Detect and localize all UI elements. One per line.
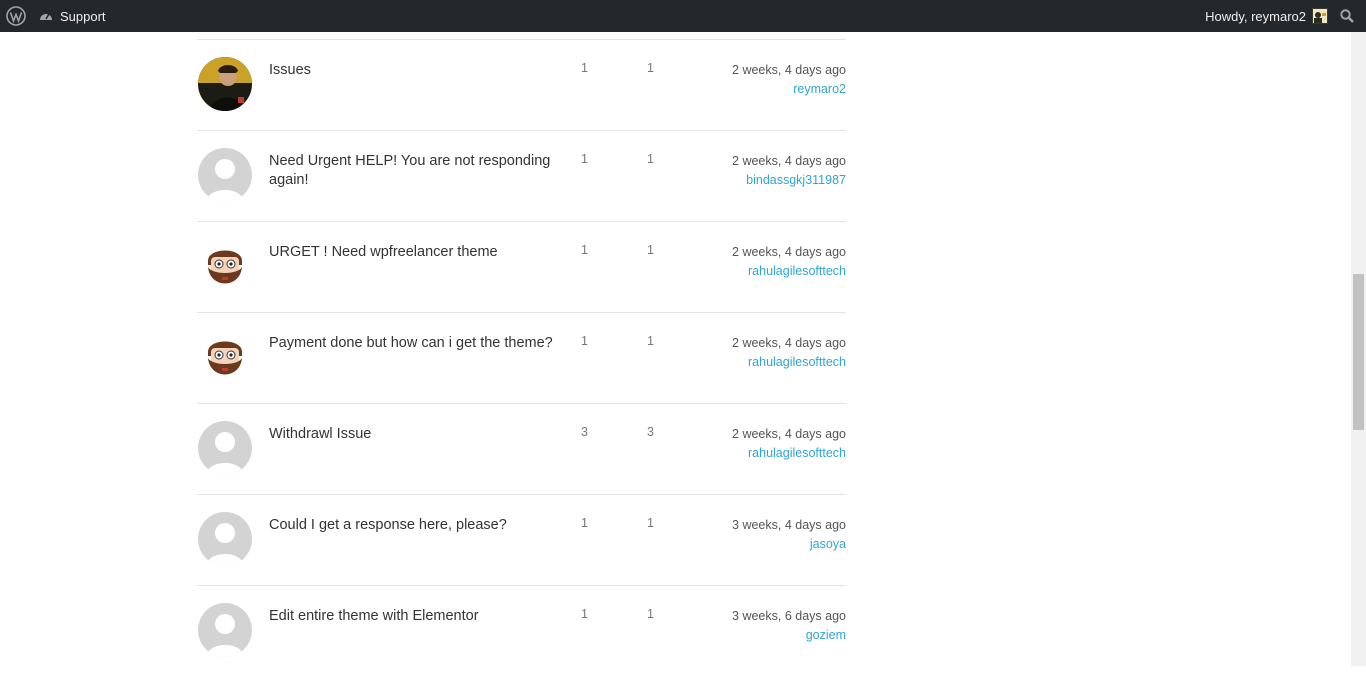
topic-posts-count: 1 [647,61,654,75]
topic-voices-count: 1 [581,516,588,530]
topic-posts-count: 1 [647,152,654,166]
topic-voices-count: 1 [581,243,588,257]
bearded-avatar-icon [198,239,252,293]
topic-author-avatar[interactable] [198,330,252,384]
freshness-time-link[interactable]: 2 weeks, 4 days ago [732,243,846,262]
site-name-link[interactable]: Support [38,0,106,32]
topic-author-avatar[interactable] [198,421,252,475]
topic-title-link[interactable]: Payment done but how can i get the theme… [269,334,559,353]
topic-row: Could I get a response here, please? 1 1 3 … [197,494,846,585]
topic-author-avatar[interactable] [198,512,252,566]
topic-title-link[interactable]: URGET ! Need wpfreelancer theme [269,243,559,262]
topic-row: Need Urgent HELP! You are not responding… [197,130,846,221]
freshness-time-link[interactable]: 2 weeks, 4 days ago [732,152,846,171]
freshness-author-link[interactable]: bindassgkj311987 [732,171,846,190]
search-icon[interactable] [1340,9,1354,23]
topic-title-link[interactable]: Issues [269,61,559,80]
freshness-author-link[interactable]: jasoya [732,535,846,554]
freshness-time-link[interactable]: 2 weeks, 4 days ago [732,334,846,353]
photo-avatar-icon [198,57,252,111]
bearded-avatar-icon [198,330,252,384]
topic-title-link[interactable]: Withdrawl Issue [269,425,559,444]
topic-posts-count: 1 [647,607,654,621]
topic-freshness: 3 weeks, 6 days ago goziem [732,607,846,645]
topic-posts-count: 3 [647,425,654,439]
topic-title-link[interactable]: Edit entire theme with Elementor [269,607,559,626]
freshness-author-link[interactable]: rahulagilesofttech [732,353,846,372]
topic-freshness: 3 weeks, 4 days ago jasoya [732,516,846,554]
scrollbar-thumb[interactable] [1353,274,1364,430]
freshness-time-link[interactable]: 2 weeks, 4 days ago [732,425,846,444]
user-avatar-icon [1312,8,1328,24]
topic-voices-count: 1 [581,152,588,166]
default-avatar-icon [198,512,252,566]
topic-freshness: 2 weeks, 4 days ago bindassgkj311987 [732,152,846,190]
topic-row: Payment done but how can i get the theme… [197,312,846,403]
freshness-time-link[interactable]: 3 weeks, 4 days ago [732,516,846,535]
admin-bar: Support Howdy, reymaro2 [0,0,1366,32]
freshness-time-link[interactable]: 2 weeks, 4 days ago [732,61,846,80]
howdy-label: Howdy, reymaro2 [1205,8,1306,24]
topic-title-link[interactable]: Need Urgent HELP! You are not responding… [269,152,559,190]
topic-voices-count: 3 [581,425,588,439]
freshness-author-link[interactable]: goziem [732,626,846,645]
freshness-author-link[interactable]: rahulagilesofttech [732,262,846,281]
topic-freshness: 2 weeks, 4 days ago rahulagilesofttech [732,425,846,463]
scrollbar[interactable] [1351,32,1366,666]
account-menu[interactable]: Howdy, reymaro2 [1205,0,1328,32]
topic-author-avatar[interactable] [198,239,252,293]
dashboard-icon [40,13,52,20]
topic-voices-count: 1 [581,607,588,621]
topic-freshness: 2 weeks, 4 days ago rahulagilesofttech [732,243,846,281]
freshness-time-link[interactable]: 3 weeks, 6 days ago [732,607,846,626]
topic-row: Issues 1 1 2 weeks, 4 days ago reymaro2 [197,39,846,130]
topic-posts-count: 1 [647,334,654,348]
site-name-label: Support [60,8,106,24]
topic-posts-count: 1 [647,516,654,530]
topic-freshness: 2 weeks, 4 days ago rahulagilesofttech [732,334,846,372]
topic-row: Withdrawl Issue 3 3 2 weeks, 4 days ago rahu… [197,403,846,494]
topic-freshness: 2 weeks, 4 days ago reymaro2 [732,61,846,99]
topic-row: Edit entire theme with Elementor 1 1 3 week… [197,585,846,676]
topic-author-avatar[interactable] [198,603,252,657]
topic-posts-count: 1 [647,243,654,257]
default-avatar-icon [198,421,252,475]
topic-voices-count: 1 [581,334,588,348]
default-avatar-icon [198,148,252,202]
freshness-author-link[interactable]: reymaro2 [732,80,846,99]
topic-title-link[interactable]: Could I get a response here, please? [269,516,559,535]
topic-author-avatar[interactable] [198,148,252,202]
topic-author-avatar[interactable] [198,57,252,111]
default-avatar-icon [198,603,252,657]
freshness-author-link[interactable]: rahulagilesofttech [732,444,846,463]
topic-voices-count: 1 [581,61,588,75]
topic-row: URGET ! Need wpfreelancer theme 1 1 2 weeks… [197,221,846,312]
wordpress-logo-icon[interactable] [6,6,26,26]
topic-list: Issues 1 1 2 weeks, 4 days ago reymaro2 Need … [197,32,846,676]
